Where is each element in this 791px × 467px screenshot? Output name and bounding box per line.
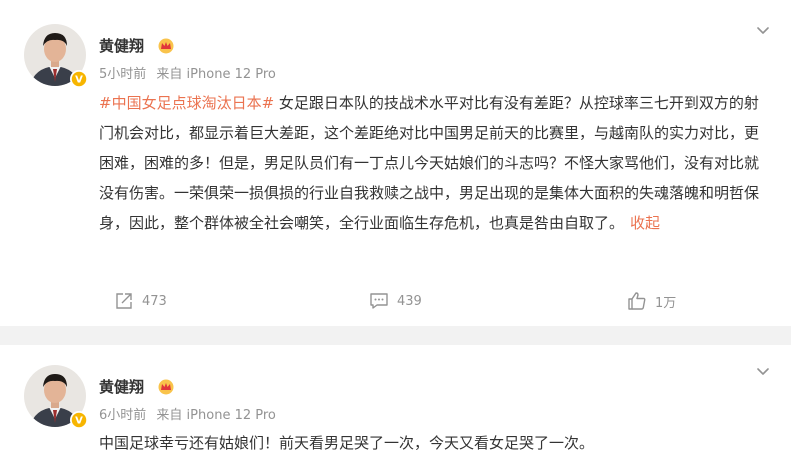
like-count: 1万 — [655, 295, 677, 311]
weibo-feed: V 黄健翔 5小时前 来自 iPhone 12 Pro #中国女足点球淘汰日本#… — [0, 0, 791, 467]
verified-badge-icon: V — [70, 70, 88, 88]
crown-icon[interactable] — [157, 379, 175, 395]
post-text: #中国女足点球淘汰日本# 女足跟日本队的技战术水平对比有没有差距？从控球率三七开… — [99, 88, 771, 238]
collapse-button[interactable]: 收起 — [630, 214, 660, 232]
post-time[interactable]: 6小时前 — [99, 408, 146, 423]
post-meta: 5小时前 来自 iPhone 12 Pro — [99, 66, 282, 84]
post-divider — [0, 326, 791, 345]
share-icon — [116, 293, 132, 309]
repost-count: 473 — [142, 293, 167, 309]
post-text: 中国足球幸亏还有姑娘们！前天看男足哭了一次，今天又看女足哭了一次。 — [99, 428, 771, 458]
feed-post: V 黄健翔 6小时前 来自 iPhone 12 Pro 中国足球幸亏还有姑娘们！… — [0, 345, 791, 467]
feed-post: V 黄健翔 5小时前 来自 iPhone 12 Pro #中国女足点球淘汰日本#… — [0, 0, 791, 326]
post-actions: 473 439 1万 — [0, 286, 791, 316]
verified-badge-icon: V — [70, 411, 88, 429]
post-body: 中国足球幸亏还有姑娘们！前天看男足哭了一次，今天又看女足哭了一次。 — [99, 434, 595, 452]
post-meta: 6小时前 来自 iPhone 12 Pro — [99, 407, 282, 425]
post-body: 女足跟日本队的技战术水平对比有没有差距？从控球率三七开到双方的射门机会对比，都显… — [99, 94, 760, 232]
repost-button[interactable]: 473 — [114, 286, 167, 316]
post-time[interactable]: 5小时前 — [99, 67, 146, 82]
avatar[interactable]: V — [24, 365, 88, 429]
post-source: 来自 iPhone 12 Pro — [156, 408, 276, 423]
user-name[interactable]: 黄健翔 — [99, 36, 144, 56]
user-name[interactable]: 黄健翔 — [99, 377, 144, 397]
crown-icon[interactable] — [157, 38, 175, 54]
svg-text:V: V — [75, 416, 83, 427]
chevron-down-icon[interactable] — [755, 22, 771, 38]
comment-count: 439 — [397, 293, 422, 309]
comment-icon — [370, 293, 388, 309]
like-button[interactable]: 1万 — [627, 286, 676, 316]
svg-text:V: V — [75, 75, 83, 86]
hashtag-link[interactable]: #中国女足点球淘汰日本# — [99, 94, 274, 112]
thumbs-up-icon — [628, 292, 646, 310]
post-source: 来自 iPhone 12 Pro — [156, 67, 276, 82]
comment-button[interactable]: 439 — [369, 286, 422, 316]
avatar[interactable]: V — [24, 24, 88, 88]
chevron-down-icon[interactable] — [755, 363, 771, 379]
